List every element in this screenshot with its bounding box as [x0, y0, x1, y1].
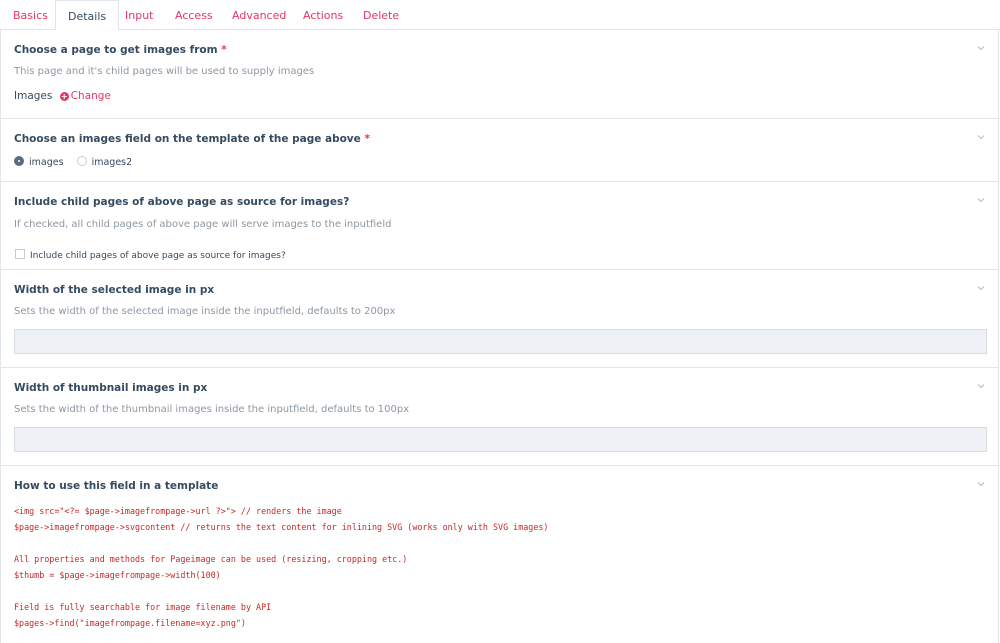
chevron-down-icon[interactable] [976, 132, 986, 142]
code-line: $page->imagefrompage->svgcontent // retu… [14, 522, 549, 532]
code-line: $thumb = $page->imagefrompage->width(100… [14, 570, 221, 580]
page-source-value-row: Images + Change [14, 90, 111, 102]
images-field-panel: Choose an images field on the template o… [0, 119, 999, 182]
selected-width-input[interactable] [14, 329, 987, 354]
thumb-width-title[interactable]: Width of thumbnail images in px [14, 382, 207, 394]
required-mark: * [221, 44, 227, 56]
radio-images[interactable] [14, 156, 24, 166]
tab-input[interactable]: Input [125, 0, 153, 30]
tab-access[interactable]: Access [175, 0, 213, 30]
chevron-down-icon[interactable] [976, 43, 986, 53]
usage-title[interactable]: How to use this field in a template [14, 480, 218, 492]
chevron-down-icon[interactable] [976, 479, 986, 489]
page-source-title[interactable]: Choose a page to get images from * [14, 44, 227, 56]
tab-details[interactable]: Details [55, 0, 120, 31]
change-link[interactable]: + Change [59, 90, 111, 102]
radio-images2[interactable] [76, 156, 87, 166]
include-children-checkbox-row: Include child pages of above page as sou… [15, 243, 286, 262]
radio-images-label[interactable]: images [29, 157, 64, 168]
include-children-title[interactable]: Include child pages of above page as sou… [14, 196, 349, 208]
chevron-down-icon[interactable] [976, 195, 986, 205]
code-line: Field is fully searchable for image file… [14, 602, 272, 612]
thumb-width-description: Sets the width of the thumbnail images i… [14, 404, 410, 415]
selected-width-description: Sets the width of the selected image ins… [14, 306, 396, 317]
images-field-title[interactable]: Choose an images field on the template o… [14, 133, 370, 145]
code-line: <img src="<?= $page->imagefrompage->url … [14, 506, 342, 516]
code-line: All properties and methods for Pageimage… [14, 554, 408, 564]
tab-bar: Basics Details Input Access Advanced Act… [0, 0, 1000, 31]
include-children-panel: Include child pages of above page as sou… [0, 182, 999, 270]
include-children-checkbox[interactable] [15, 249, 25, 259]
images-field-options: images images2 [14, 156, 142, 168]
usage-panel: How to use this field in a template <img… [0, 466, 999, 643]
selected-width-panel: Width of the selected image in px Sets t… [0, 270, 999, 368]
chevron-down-icon[interactable] [976, 381, 986, 391]
tab-delete[interactable]: Delete [363, 0, 399, 30]
page-source-current-value: Images [14, 90, 53, 102]
thumb-width-panel: Width of thumbnail images in px Sets the… [0, 368, 999, 466]
page-source-description: This page and it's child pages will be u… [14, 66, 315, 77]
include-children-checkbox-label[interactable]: Include child pages of above page as sou… [30, 251, 286, 261]
tab-basics[interactable]: Basics [13, 0, 48, 30]
radio-images2-label[interactable]: images2 [92, 157, 133, 168]
tab-advanced[interactable]: Advanced [232, 0, 286, 30]
selected-width-title[interactable]: Width of the selected image in px [14, 284, 214, 296]
chevron-down-icon[interactable] [976, 283, 986, 293]
include-children-description: If checked, all child pages of above pag… [14, 219, 392, 230]
code-line: $pages->find("imagefrompage.filename=xyz… [14, 618, 246, 628]
required-mark: * [364, 133, 370, 145]
page-source-panel: Choose a page to get images from * This … [0, 30, 999, 119]
thumb-width-input[interactable] [14, 427, 987, 452]
plus-circle-icon: + [59, 92, 69, 101]
tab-actions[interactable]: Actions [303, 0, 343, 30]
usage-code-block: <img src="<?= $page->imagefrompage->url … [14, 503, 548, 631]
